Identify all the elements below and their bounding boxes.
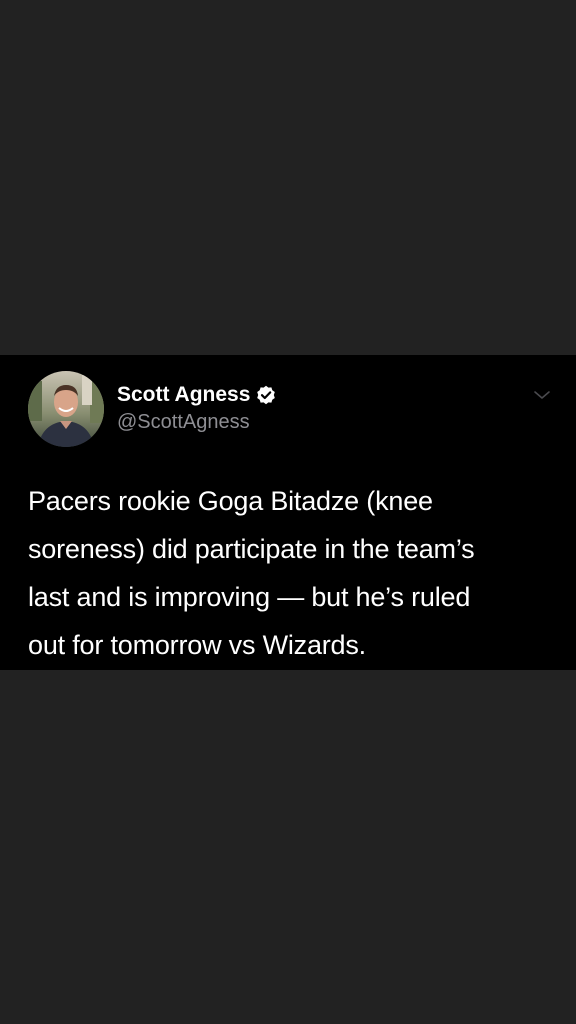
tweet-card[interactable]: Scott Agness @ScottAgness Pacers rookie … <box>0 355 576 670</box>
verified-badge-icon <box>256 385 276 405</box>
screen: Scott Agness @ScottAgness Pacers rookie … <box>0 0 576 1024</box>
tweet-text-line: last and is improving — but he’s ruled <box>28 582 471 612</box>
chevron-down-icon[interactable] <box>532 387 552 403</box>
author-display-name[interactable]: Scott Agness <box>117 383 250 407</box>
author-name-row[interactable]: Scott Agness <box>117 381 276 409</box>
author-handle[interactable]: @ScottAgness <box>117 411 250 434</box>
avatar[interactable] <box>28 371 104 447</box>
tweet-body: Pacers rookie Goga Bitadze (knee sorenes… <box>28 477 548 669</box>
avatar-photo <box>28 371 104 447</box>
tweet-text-line: out for tomorrow vs Wizards. <box>28 630 366 660</box>
tweet-text-line: soreness) did participate in the team’s <box>28 534 475 564</box>
tweet-text-line: Pacers rookie Goga Bitadze (knee <box>28 486 433 516</box>
